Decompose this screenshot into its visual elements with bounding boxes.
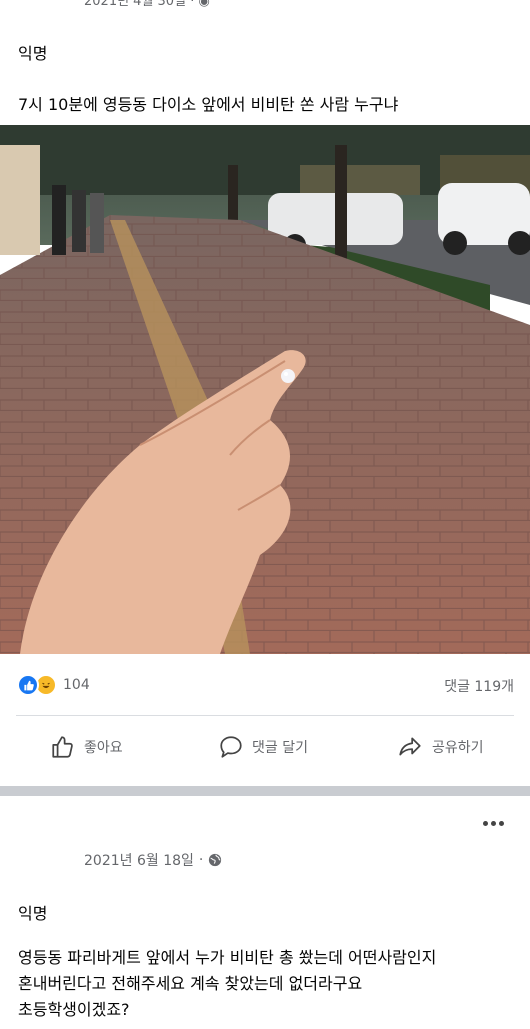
comment-icon xyxy=(220,736,242,758)
divider xyxy=(16,715,514,716)
post-text-line: 초등학생이겠죠? xyxy=(18,1000,130,1019)
post-photo[interactable] xyxy=(0,125,530,654)
timestamp-text: 2021년 6월 18일 xyxy=(84,853,194,869)
post-text: 영등동 파리바게트 앞에서 누가 비비탄 총 쐈는데 어떤사람인지 혼내버린다고… xyxy=(18,945,518,1023)
comment-button[interactable]: 댓글 달기 xyxy=(218,732,308,762)
post-text: 7시 10분에 영등동 다이소 앞에서 비비탄 쏜 사람 누구냐 xyxy=(18,95,399,114)
street-photo-illustration xyxy=(0,125,530,654)
share-label: 공유하기 xyxy=(432,740,484,756)
post-text-line: 혼내버린다고 전해주세요 계속 찾았는데 없더라구요 xyxy=(18,974,363,993)
share-icon xyxy=(399,737,421,756)
post-card-2: 2021년 6월 18일 · 익명 영등동 파리바게트 앞에서 누가 비비탄 총… xyxy=(0,796,530,1029)
post-author[interactable]: 익명 xyxy=(18,900,47,924)
post-author[interactable]: 익명 xyxy=(18,40,47,64)
globe-icon: ◉ xyxy=(198,0,210,8)
reactions-bar[interactable]: 104 xyxy=(17,673,90,697)
like-icon xyxy=(17,674,39,696)
post-timestamp[interactable]: 2021년 6월 18일 · xyxy=(84,850,222,870)
post-text-line: 영등동 파리바게트 앞에서 누가 비비탄 총 쐈는데 어떤사람인지 xyxy=(18,948,437,967)
comment-label: 댓글 달기 xyxy=(252,740,308,756)
like-button[interactable]: 좋아요 xyxy=(50,732,123,762)
feed-gap xyxy=(0,786,530,796)
separator: · xyxy=(198,852,204,868)
timestamp-text: 2021년 4월 30일 xyxy=(84,0,187,8)
reaction-count: 104 xyxy=(63,677,90,693)
share-button[interactable]: 공유하기 xyxy=(396,732,484,762)
like-label: 좋아요 xyxy=(84,740,123,756)
comment-count[interactable]: 댓글 119개 xyxy=(444,676,514,696)
post-timestamp[interactable]: 2021년 4월 30일 · ◉ xyxy=(84,0,210,8)
post-card-1: 2021년 4월 30일 · ◉ 익명 7시 10분에 영등동 다이소 앞에서 … xyxy=(0,0,530,786)
more-options-icon[interactable] xyxy=(483,821,504,826)
globe-icon xyxy=(209,853,222,867)
thumbs-up-icon xyxy=(52,736,73,758)
